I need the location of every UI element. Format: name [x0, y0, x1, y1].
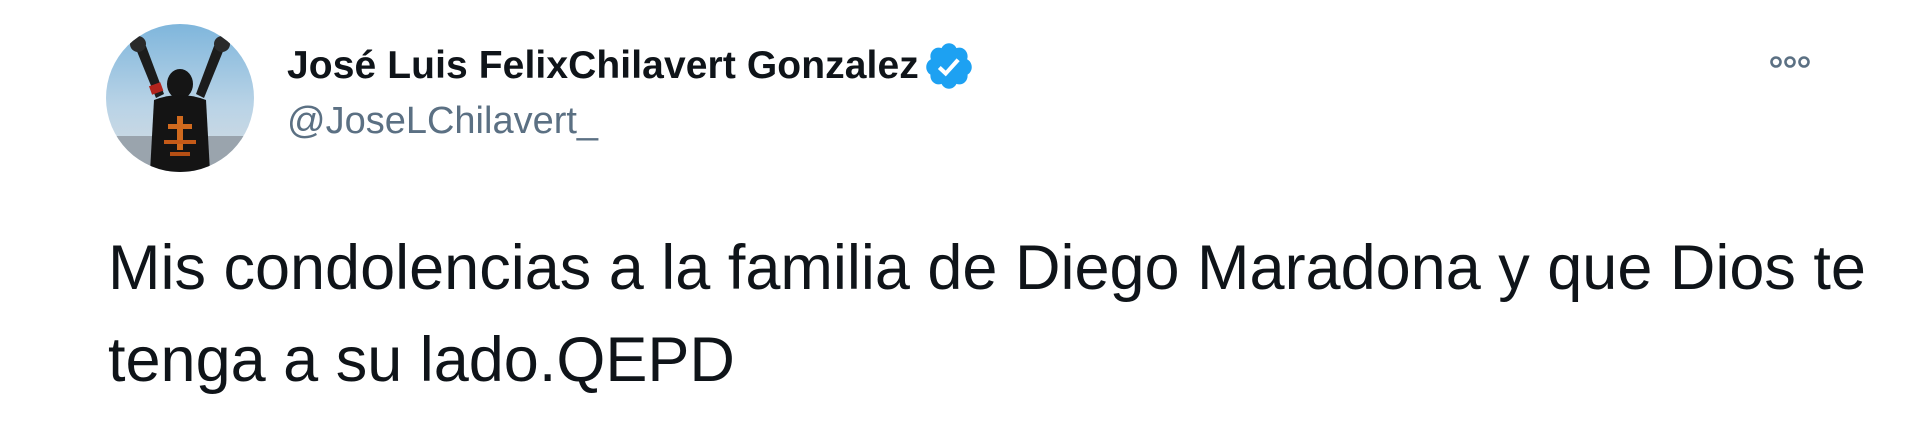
more-options-button[interactable]	[1760, 44, 1820, 80]
tweet-text: Mis condolencias a la familia de Diego M…	[108, 233, 1866, 395]
author-name-row: José Luis FelixChilavert Gonzalez	[287, 36, 975, 96]
avatar[interactable]	[106, 24, 254, 172]
avatar-photo-icon	[106, 24, 254, 172]
tweet-card[interactable]: José Luis FelixChilavert Gonzalez @JoseL…	[0, 0, 1920, 438]
author-display-name[interactable]: José Luis FelixChilavert Gonzalez	[287, 44, 919, 88]
author-handle[interactable]: @JoseLChilavert_	[287, 100, 975, 143]
tweet-author: José Luis FelixChilavert Gonzalez @JoseL…	[287, 36, 975, 143]
ellipsis-horizontal-icon	[1770, 56, 1810, 68]
verified-badge-icon	[923, 40, 975, 92]
